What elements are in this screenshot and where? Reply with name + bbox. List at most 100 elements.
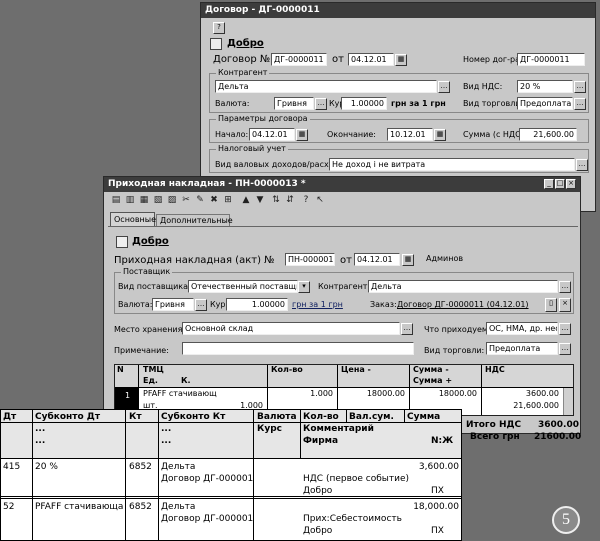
grid-header-k: К.: [181, 376, 191, 385]
posting-1-sum: 3,600.00: [418, 462, 459, 472]
save-icon[interactable]: ▤: [110, 195, 122, 206]
close-button[interactable]: ×: [566, 179, 576, 189]
help-button[interactable]: ?: [213, 22, 225, 34]
ph-sub-kt-dots-2: ...: [161, 436, 172, 446]
grid-col-sep: [337, 365, 338, 415]
contract-number-label: Договор №: [213, 54, 271, 65]
invoice-counterparty-select[interactable]: …: [559, 281, 571, 293]
preview-icon[interactable]: ▦: [138, 195, 150, 206]
grid-scrollbar[interactable]: [563, 388, 573, 415]
posting-1-firm: Добро: [303, 486, 333, 496]
postings-line: [1, 458, 461, 459]
ph-sum: Сумма: [407, 412, 441, 422]
delete-icon[interactable]: ✖: [208, 195, 220, 206]
note-field[interactable]: [182, 342, 414, 355]
rate-suffix: грн за 1 грн: [391, 99, 446, 108]
grid-row-vat[interactable]: 3600.00: [483, 389, 561, 398]
grid-header-unit: Ед.: [143, 376, 158, 385]
order-clear-button[interactable]: ×: [559, 298, 571, 312]
trade-type-field[interactable]: Предоплата: [517, 97, 573, 110]
insert-row-icon[interactable]: ⊞: [222, 195, 234, 206]
posting-2-kt: 6852: [129, 502, 152, 512]
posting-1-sub-kt-1: Дельта: [161, 462, 196, 472]
total-value: 21600.00: [534, 432, 582, 442]
gross-select-button[interactable]: …: [576, 159, 588, 171]
invoice-dobro-checkbox[interactable]: [116, 236, 128, 248]
contract-number-field[interactable]: ДГ-0000011: [271, 53, 327, 66]
supplier-type-field[interactable]: Отечественный поставщик: [188, 280, 298, 293]
invoice-calendar-icon[interactable]: ▦: [402, 254, 414, 266]
ph-dt: Дт: [3, 412, 17, 422]
ph-sub-dt: Субконто Дт: [35, 412, 101, 422]
tab-main[interactable]: Основные: [110, 212, 156, 226]
calendar-icon[interactable]: ▦: [395, 54, 407, 66]
invoice-trade-type-field[interactable]: Предоплата: [486, 342, 558, 355]
invoice-currency-field[interactable]: Гривня: [152, 298, 194, 311]
posting-2-sum: 18,000.00: [413, 502, 459, 512]
currency-field[interactable]: Гривня: [274, 97, 314, 110]
ph-firm: Фирма: [303, 436, 339, 446]
dobro-label: Добро: [227, 38, 264, 49]
sort-desc-icon[interactable]: ⇵: [284, 195, 296, 206]
paste-icon[interactable]: ▨: [166, 195, 178, 206]
invoice-window-title: Приходная накладная - ПН-0000013 *: [104, 177, 580, 192]
contract-num-field[interactable]: ДГ-0000011: [517, 53, 585, 66]
ph-sub-kt-dots-1: ...: [161, 424, 172, 434]
trade-type-select-button[interactable]: …: [574, 98, 586, 110]
invoice-date-field[interactable]: 04.12.01: [354, 253, 400, 266]
grid-row-qty[interactable]: 1.000: [269, 389, 335, 398]
start-field[interactable]: 04.12.01: [249, 128, 295, 141]
context-help-icon[interactable]: ↖: [314, 195, 326, 206]
dobro-checkbox[interactable]: [210, 38, 222, 50]
minimize-button[interactable]: _: [544, 179, 554, 189]
ph-nzh: N:Ж: [431, 436, 454, 446]
edit-icon[interactable]: ✎: [194, 195, 206, 206]
order-select-button[interactable]: ▯: [545, 298, 557, 312]
end-calendar-icon[interactable]: ▦: [434, 129, 446, 141]
posting-2-dt: 52: [3, 502, 15, 512]
invoice-number-field[interactable]: ПН-0000013: [285, 253, 335, 266]
storage-select-button[interactable]: …: [401, 323, 413, 335]
vat-type-field[interactable]: 20 %: [517, 80, 573, 93]
move-up-icon[interactable]: ▲: [240, 195, 252, 206]
currency-select-button[interactable]: …: [315, 98, 327, 110]
ph-sub-dt-dots-2: ...: [35, 436, 46, 446]
invoice-currency-select[interactable]: …: [195, 299, 207, 311]
end-field[interactable]: 10.12.01: [387, 128, 433, 141]
tab-extra[interactable]: Дополнительные: [156, 214, 233, 226]
cut-icon[interactable]: ✂: [180, 195, 192, 206]
supplier-group-title: Поставщик: [121, 267, 173, 276]
invoice-rate-field[interactable]: 1.00000: [226, 298, 288, 311]
grid-row-sum-minus[interactable]: 18000.00: [411, 389, 479, 398]
grid-header-n: N: [117, 365, 124, 374]
from-label: от: [332, 54, 344, 65]
sort-asc-icon[interactable]: ⇅: [270, 195, 282, 206]
counterparty-field[interactable]: Дельта: [215, 80, 437, 93]
copy-icon[interactable]: ▧: [152, 195, 164, 206]
rate-field[interactable]: 1.00000: [341, 97, 387, 110]
maximize-button[interactable]: □: [555, 179, 565, 189]
move-down-icon[interactable]: ▼: [254, 195, 266, 206]
order-link[interactable]: Договор ДГ-0000011 (04.12.01): [397, 300, 529, 309]
income-select-button[interactable]: …: [559, 323, 571, 335]
posting-2-comment: Прих:Себестоимость: [303, 514, 402, 524]
postings-line: [158, 410, 159, 540]
gross-field[interactable]: Не доход і не витрата: [329, 158, 575, 171]
contract-date-field[interactable]: 04.12.01: [348, 53, 394, 66]
print-icon[interactable]: ▥: [124, 195, 136, 206]
invoice-counterparty-field[interactable]: Дельта: [368, 280, 558, 293]
help-icon[interactable]: ?: [300, 195, 312, 206]
income-field[interactable]: ОС, НМА, др. нео: [486, 322, 558, 335]
grid-row-sum-plus[interactable]: 21,600.000: [483, 401, 561, 410]
grid-row-price[interactable]: 18000.00: [339, 389, 407, 398]
invoice-title-text: Приходная накладная - ПН-0000013 *: [108, 179, 306, 189]
sum-field[interactable]: 21,600.00: [519, 128, 577, 141]
counterparty-select-button[interactable]: …: [438, 81, 450, 93]
start-calendar-icon[interactable]: ▦: [296, 129, 308, 141]
supplier-type-dropdown[interactable]: ▾: [298, 281, 310, 293]
vat-type-select-button[interactable]: …: [574, 81, 586, 93]
grid-row-n: 1: [125, 391, 131, 400]
storage-field[interactable]: Основной склад: [182, 322, 400, 335]
invoice-trade-type-select[interactable]: …: [559, 343, 571, 355]
grid-row-tmc[interactable]: PFAFF стачивающ: [141, 389, 217, 398]
